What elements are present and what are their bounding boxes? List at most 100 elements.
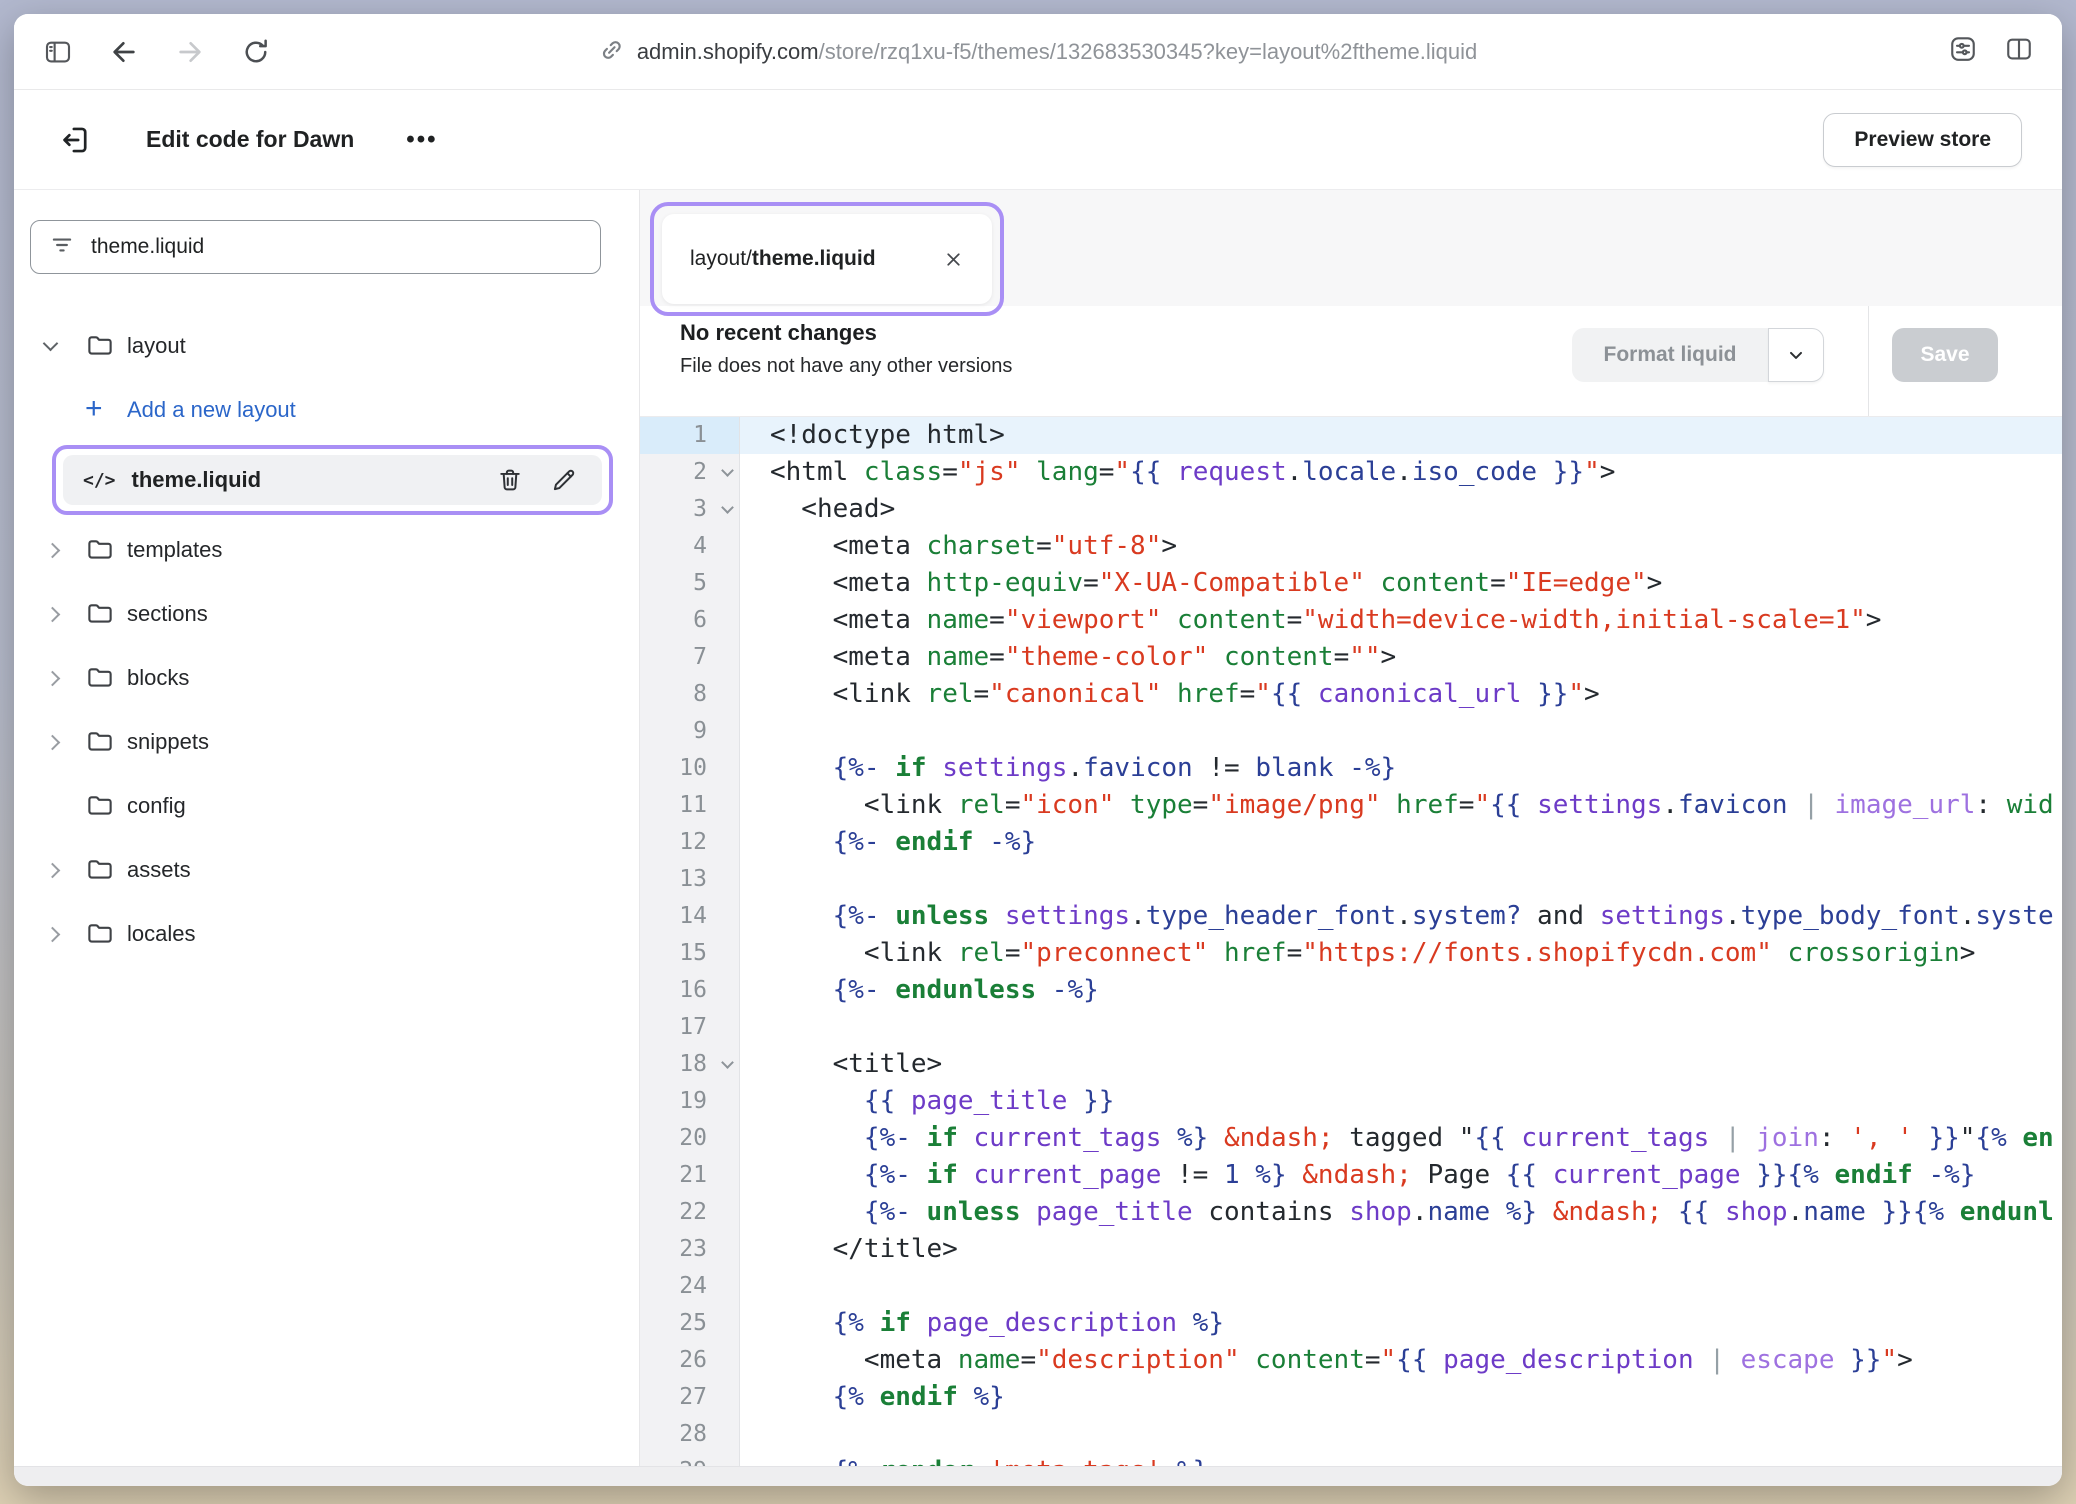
close-tab-icon[interactable]: [939, 245, 968, 274]
code-editor[interactable]: 1<!doctype html>2<html class="js" lang="…: [640, 416, 2062, 1466]
code-line-12[interactable]: 12 {%- endif -%}: [640, 824, 2062, 861]
code-text[interactable]: {%- if settings.favicon != blank -%}: [740, 750, 2062, 787]
code-line-14[interactable]: 14 {%- unless settings.type_header_font.…: [640, 898, 2062, 935]
code-text[interactable]: {%- unless page_title contains shop.name…: [740, 1194, 2062, 1231]
chevron-right-icon[interactable]: [45, 606, 61, 622]
code-text[interactable]: {{ page_title }}: [740, 1083, 2062, 1120]
code-line-22[interactable]: 22 {%- unless page_title contains shop.n…: [640, 1194, 2062, 1231]
code-line-10[interactable]: 10 {%- if settings.favicon != blank -%}: [640, 750, 2062, 787]
code-text[interactable]: <head>: [740, 491, 2062, 528]
code-line-8[interactable]: 8 <link rel="canonical" href="{{ canonic…: [640, 676, 2062, 713]
code-text[interactable]: [740, 1268, 2062, 1305]
code-text[interactable]: <link rel="preconnect" href="https://fon…: [740, 935, 2062, 972]
code-text[interactable]: [740, 1009, 2062, 1046]
sidebar-folder-assets[interactable]: assets: [14, 838, 639, 902]
sidebar-folder-snippets[interactable]: snippets: [14, 710, 639, 774]
code-line-23[interactable]: 23 </title>: [640, 1231, 2062, 1268]
code-line-4[interactable]: 4 <meta charset="utf-8">: [640, 528, 2062, 565]
sidebar-folder-locales[interactable]: locales: [14, 902, 639, 966]
pencil-icon[interactable]: [550, 466, 578, 494]
code-text[interactable]: [740, 861, 2062, 898]
code-line-24[interactable]: 24: [640, 1268, 2062, 1305]
code-line-1[interactable]: 1<!doctype html>: [640, 417, 2062, 454]
code-line-26[interactable]: 26 <meta name="description" content="{{ …: [640, 1342, 2062, 1379]
format-options-dropdown[interactable]: [1768, 328, 1824, 382]
address-bar[interactable]: admin.shopify.com/store/rzq1xu-f5/themes…: [599, 14, 1477, 90]
chevron-right-icon[interactable]: [45, 926, 61, 942]
add-new-layout-button[interactable]: +Add a new layout: [14, 378, 639, 442]
chevron-right-icon[interactable]: [45, 734, 61, 750]
code-line-29[interactable]: 29 {% render 'meta-tags' %}: [640, 1453, 2062, 1466]
code-line-3[interactable]: 3 <head>: [640, 491, 2062, 528]
sidebar-item-theme-liquid[interactable]: </>theme.liquid: [14, 442, 639, 518]
code-line-27[interactable]: 27 {% endif %}: [640, 1379, 2062, 1416]
preview-store-button[interactable]: Preview store: [1823, 113, 2022, 167]
code-line-25[interactable]: 25 {% if page_description %}: [640, 1305, 2062, 1342]
code-line-13[interactable]: 13: [640, 861, 2062, 898]
code-text[interactable]: [740, 1416, 2062, 1453]
code-text[interactable]: </title>: [740, 1231, 2062, 1268]
split-view-icon[interactable]: [2004, 34, 2034, 69]
code-line-19[interactable]: 19 {{ page_title }}: [640, 1083, 2062, 1120]
forward-icon[interactable]: [172, 34, 208, 70]
code-text[interactable]: {% render 'meta-tags' %}: [740, 1453, 2062, 1466]
code-text[interactable]: <link rel="canonical" href="{{ canonical…: [740, 676, 2062, 713]
code-text[interactable]: {%- if current_tags %} &ndash; tagged "{…: [740, 1120, 2062, 1157]
code-line-18[interactable]: 18 <title>: [640, 1046, 2062, 1083]
code-text[interactable]: [740, 713, 2062, 750]
fold-toggle-icon[interactable]: [721, 501, 734, 514]
chevron-right-icon[interactable]: [45, 542, 61, 558]
selected-file-row[interactable]: </>theme.liquid: [63, 455, 602, 505]
code-text[interactable]: <html class="js" lang="{{ request.locale…: [740, 454, 2062, 491]
sidebar-folder-templates[interactable]: templates: [14, 518, 639, 582]
code-line-17[interactable]: 17: [640, 1009, 2062, 1046]
code-text[interactable]: {%- if current_page != 1 %} &ndash; Page…: [740, 1157, 2062, 1194]
fold-toggle-icon[interactable]: [721, 1056, 734, 1069]
file-search-box[interactable]: [30, 220, 601, 274]
code-text[interactable]: {%- endif -%}: [740, 824, 2062, 861]
tab-theme-liquid[interactable]: layout/theme.liquid: [662, 214, 992, 304]
back-icon[interactable]: [106, 34, 142, 70]
sidebar-toggle-icon[interactable]: [40, 34, 76, 70]
code-text[interactable]: <meta name="description" content="{{ pag…: [740, 1342, 2062, 1379]
code-text[interactable]: <meta name="theme-color" content="">: [740, 639, 2062, 676]
fold-toggle-icon[interactable]: [721, 464, 734, 477]
code-text[interactable]: {% endif %}: [740, 1379, 2062, 1416]
sidebar-folder-config[interactable]: config: [14, 774, 639, 838]
code-line-16[interactable]: 16 {%- endunless -%}: [640, 972, 2062, 1009]
code-line-11[interactable]: 11 <link rel="icon" type="image/png" hre…: [640, 787, 2062, 824]
code-text[interactable]: <!doctype html>: [740, 417, 2062, 454]
sidebar-folder-blocks[interactable]: blocks: [14, 646, 639, 710]
format-liquid-button[interactable]: Format liquid: [1572, 328, 1768, 382]
code-line-20[interactable]: 20 {%- if current_tags %} &ndash; tagged…: [640, 1120, 2062, 1157]
code-line-6[interactable]: 6 <meta name="viewport" content="width=d…: [640, 602, 2062, 639]
code-text[interactable]: {%- endunless -%}: [740, 972, 2062, 1009]
code-text[interactable]: {%- unless settings.type_header_font.sys…: [740, 898, 2062, 935]
reload-icon[interactable]: [238, 34, 274, 70]
code-line-2[interactable]: 2<html class="js" lang="{{ request.local…: [640, 454, 2062, 491]
chevron-right-icon[interactable]: [45, 862, 61, 878]
code-line-5[interactable]: 5 <meta http-equiv="X-UA-Compatible" con…: [640, 565, 2062, 602]
sidebar-folder-sections[interactable]: sections: [14, 582, 639, 646]
code-text[interactable]: <title>: [740, 1046, 2062, 1083]
code-text[interactable]: <link rel="icon" type="image/png" href="…: [740, 787, 2062, 824]
code-line-7[interactable]: 7 <meta name="theme-color" content="">: [640, 639, 2062, 676]
code-line-28[interactable]: 28: [640, 1416, 2062, 1453]
code-line-21[interactable]: 21 {%- if current_page != 1 %} &ndash; P…: [640, 1157, 2062, 1194]
chevron-down-icon[interactable]: [43, 336, 59, 352]
trash-icon[interactable]: [496, 466, 524, 494]
page-settings-icon[interactable]: [1948, 34, 1978, 69]
code-text[interactable]: {% if page_description %}: [740, 1305, 2062, 1342]
save-button[interactable]: Save: [1892, 328, 1998, 382]
code-line-9[interactable]: 9: [640, 713, 2062, 750]
code-text[interactable]: <meta name="viewport" content="width=dev…: [740, 602, 2062, 639]
code-line-15[interactable]: 15 <link rel="preconnect" href="https://…: [640, 935, 2062, 972]
code-text[interactable]: <meta charset="utf-8">: [740, 528, 2062, 565]
exit-editor-icon[interactable]: [54, 118, 98, 162]
search-input[interactable]: [91, 235, 582, 259]
sidebar-folder-layout[interactable]: layout: [14, 314, 639, 378]
more-menu-button[interactable]: •••: [406, 126, 437, 154]
line-number: 28: [640, 1416, 740, 1453]
code-text[interactable]: <meta http-equiv="X-UA-Compatible" conte…: [740, 565, 2062, 602]
chevron-right-icon[interactable]: [45, 670, 61, 686]
